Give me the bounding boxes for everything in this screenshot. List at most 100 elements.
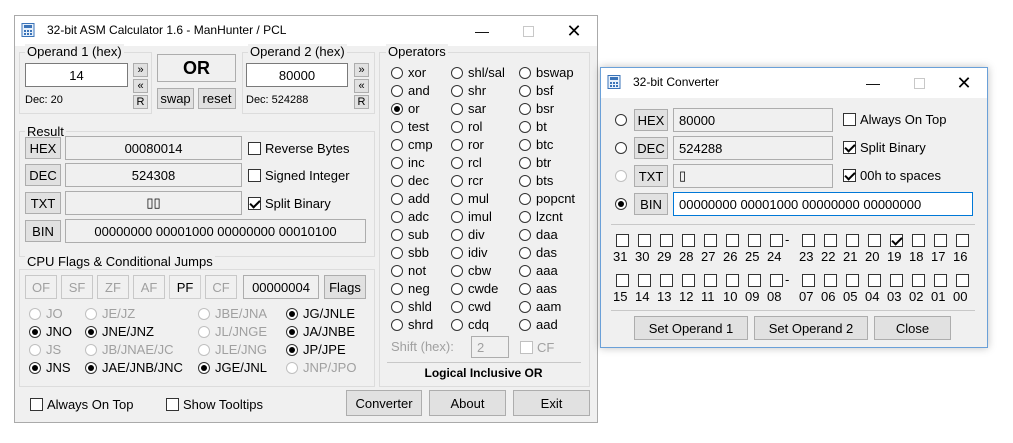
- operator-radio[interactable]: [391, 229, 403, 241]
- operator-radio[interactable]: [519, 283, 531, 295]
- result-bin-field[interactable]: 00000000 00001000 00000000 00010100: [65, 219, 366, 243]
- converter-always-on-top-checkbox[interactable]: [843, 113, 856, 126]
- operand1-shift-left-button[interactable]: «: [133, 79, 148, 93]
- bit-checkbox[interactable]: [616, 274, 629, 287]
- operand1-reset-button[interactable]: R: [133, 95, 148, 109]
- bit-checkbox[interactable]: [868, 274, 881, 287]
- jump-radio[interactable]: [29, 362, 41, 374]
- converter-bin-field[interactable]: 00000000 00001000 00000000 00000000: [673, 192, 973, 216]
- converter-dec-field[interactable]: 524288: [673, 136, 833, 160]
- operator-radio[interactable]: [519, 265, 531, 277]
- jump-radio[interactable]: [85, 344, 97, 356]
- bit-checkbox[interactable]: [638, 234, 651, 247]
- jump-radio[interactable]: [29, 308, 41, 320]
- bit-checkbox[interactable]: [824, 234, 837, 247]
- always-on-top-checkbox[interactable]: [30, 398, 43, 411]
- operator-radio[interactable]: [451, 85, 463, 97]
- reset-button[interactable]: reset: [198, 88, 236, 109]
- operator-radio[interactable]: [451, 301, 463, 313]
- operator-radio[interactable]: [519, 193, 531, 205]
- close-button[interactable]: ✕: [551, 16, 597, 46]
- jump-radio[interactable]: [29, 344, 41, 356]
- operator-radio[interactable]: [391, 121, 403, 133]
- operand2-shift-right-button[interactable]: »: [354, 63, 369, 77]
- converter-dec-button[interactable]: DEC: [634, 137, 668, 159]
- operator-radio[interactable]: [391, 265, 403, 277]
- converter-hex-radio[interactable]: [615, 114, 627, 126]
- operator-radio[interactable]: [519, 175, 531, 187]
- bit-checkbox[interactable]: [726, 234, 739, 247]
- bit-checkbox[interactable]: [934, 274, 947, 287]
- show-tooltips-checkbox[interactable]: [166, 398, 179, 411]
- converter-zero-spaces-checkbox[interactable]: [843, 169, 856, 182]
- operator-radio[interactable]: [451, 67, 463, 79]
- jump-radio[interactable]: [85, 362, 97, 374]
- operator-radio[interactable]: [519, 67, 531, 79]
- jump-radio[interactable]: [286, 326, 298, 338]
- converter-dec-radio[interactable]: [615, 142, 627, 154]
- bit-checkbox[interactable]: [748, 234, 761, 247]
- operator-radio[interactable]: [451, 139, 463, 151]
- shift-input[interactable]: 2: [471, 336, 509, 358]
- split-binary-checkbox[interactable]: [248, 197, 261, 210]
- result-txt-field[interactable]: ▯▯: [65, 191, 242, 215]
- operator-radio[interactable]: [391, 247, 403, 259]
- bit-checkbox[interactable]: [912, 234, 925, 247]
- bit-checkbox[interactable]: [704, 234, 717, 247]
- operator-radio[interactable]: [391, 193, 403, 205]
- operand2-reset-button[interactable]: R: [354, 95, 369, 109]
- operand2-shift-left-button[interactable]: «: [354, 79, 369, 93]
- result-hex-button[interactable]: HEX: [25, 137, 61, 159]
- swap-button[interactable]: swap: [157, 88, 194, 109]
- bit-checkbox[interactable]: [660, 234, 673, 247]
- jump-radio[interactable]: [198, 344, 210, 356]
- converter-bin-button[interactable]: BIN: [634, 193, 668, 215]
- bit-checkbox[interactable]: [846, 274, 859, 287]
- jump-radio[interactable]: [85, 308, 97, 320]
- bit-checkbox[interactable]: [704, 274, 717, 287]
- operator-radio[interactable]: [451, 283, 463, 295]
- operator-radio[interactable]: [391, 175, 403, 187]
- operator-radio[interactable]: [451, 247, 463, 259]
- operator-radio[interactable]: [391, 67, 403, 79]
- operator-radio[interactable]: [391, 139, 403, 151]
- signed-integer-checkbox[interactable]: [248, 169, 261, 182]
- converter-txt-field[interactable]: ▯: [673, 164, 833, 188]
- operator-radio[interactable]: [519, 157, 531, 169]
- operator-radio[interactable]: [451, 319, 463, 331]
- bit-checkbox[interactable]: [912, 274, 925, 287]
- operator-radio[interactable]: [451, 175, 463, 187]
- bit-checkbox[interactable]: [890, 274, 903, 287]
- operator-radio[interactable]: [391, 319, 403, 331]
- converter-titlebar[interactable]: 32-bit Converter — ✕: [601, 68, 987, 98]
- result-bin-button[interactable]: BIN: [25, 220, 61, 242]
- result-dec-button[interactable]: DEC: [25, 164, 61, 186]
- set-operand2-button[interactable]: Set Operand 2: [754, 316, 868, 340]
- jump-radio[interactable]: [198, 308, 210, 320]
- jump-radio[interactable]: [286, 362, 298, 374]
- operand1-input[interactable]: 14: [25, 63, 128, 87]
- operator-radio[interactable]: [391, 85, 403, 97]
- operator-radio[interactable]: [519, 247, 531, 259]
- bit-checkbox[interactable]: [770, 274, 783, 287]
- cf-checkbox[interactable]: [520, 341, 533, 354]
- bit-checkbox[interactable]: [956, 234, 969, 247]
- operator-radio[interactable]: [519, 319, 531, 331]
- operator-radio[interactable]: [391, 211, 403, 223]
- bit-checkbox[interactable]: [956, 274, 969, 287]
- operator-radio[interactable]: [391, 283, 403, 295]
- bit-checkbox[interactable]: [868, 234, 881, 247]
- bit-checkbox[interactable]: [748, 274, 761, 287]
- bit-checkbox[interactable]: [770, 234, 783, 247]
- operator-radio[interactable]: [519, 85, 531, 97]
- operator-radio[interactable]: [391, 157, 403, 169]
- converter-txt-radio[interactable]: [615, 170, 627, 182]
- flags-button[interactable]: Flags: [324, 275, 366, 299]
- set-operand1-button[interactable]: Set Operand 1: [634, 316, 748, 340]
- operator-radio[interactable]: [519, 139, 531, 151]
- jump-radio[interactable]: [198, 362, 210, 374]
- operand2-input[interactable]: 80000: [246, 63, 348, 87]
- jump-radio[interactable]: [198, 326, 210, 338]
- bit-checkbox[interactable]: [802, 274, 815, 287]
- bit-checkbox[interactable]: [638, 274, 651, 287]
